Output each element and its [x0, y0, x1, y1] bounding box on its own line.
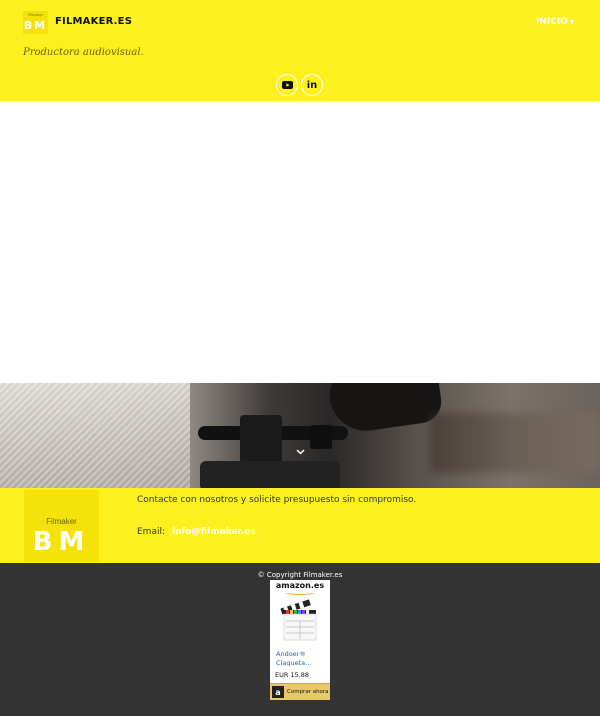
logo-top-text: Filmaker	[27, 12, 44, 17]
amazon-product-title-line2: Claqueta...	[276, 659, 312, 667]
hero-camera-knob	[310, 425, 332, 449]
nav-inicio-label: INICIO	[536, 17, 568, 27]
hero-fabric-background	[0, 383, 190, 488]
chevron-down-icon: ▼	[569, 18, 575, 26]
hero-camera-base	[200, 461, 340, 488]
amazon-buy-label: Comprar ahora	[287, 689, 329, 695]
site-title[interactable]: FILMAKER.ES	[55, 16, 132, 27]
clapperboard-product-image[interactable]	[280, 597, 320, 644]
site-logo[interactable]: Filmaker BM	[23, 11, 48, 34]
logo-letters: BM	[23, 19, 48, 32]
contact-text: Contacte con nosotros y solicite presupu…	[137, 495, 417, 505]
youtube-icon	[281, 81, 293, 89]
hero-blur-background	[430, 413, 600, 473]
nav-menu-inicio[interactable]: INICIO ▼	[536, 17, 574, 27]
linkedin-icon: in	[306, 79, 318, 91]
amazon-product-price: EUR 15,88	[275, 671, 310, 679]
linkedin-link[interactable]: in	[301, 74, 323, 96]
footer-logo-letters: BM	[32, 527, 91, 557]
amazon-smile-icon	[285, 590, 315, 595]
youtube-link[interactable]	[276, 74, 298, 96]
copyright-text: © Copyright Filmaker.es	[257, 571, 343, 579]
amazon-product-title[interactable]: Andoer® Claqueta...	[276, 650, 311, 668]
site-tagline: Productora audiovisual.	[23, 47, 144, 58]
hero-camera-clamp	[240, 415, 282, 463]
amazon-logo: amazon.es	[275, 581, 325, 590]
amazon-buy-button[interactable]: a Comprar ahora	[270, 683, 330, 700]
amazon-a-icon: a	[272, 686, 284, 698]
contact-section: Filmaker BM Contacte con nosotros y soli…	[0, 488, 600, 563]
email-link[interactable]: info@filmaker.es	[172, 527, 256, 537]
amazon-product-widget[interactable]: amazon.es Andoer® Claqueta... EUR 15,88 …	[270, 580, 330, 700]
footer-logo: Filmaker BM	[24, 490, 99, 562]
hero-image	[0, 383, 600, 488]
amazon-product-title-line1: Andoer®	[276, 650, 306, 658]
email-label: Email:	[137, 527, 166, 537]
footer-logo-name: Filmaker	[46, 517, 77, 526]
site-header: Filmaker BM FILMAKER.ES INICIO ▼ Product…	[0, 0, 600, 101]
scroll-down-chevron-icon[interactable]	[296, 447, 305, 458]
email-row: Email: info@filmaker.es	[137, 527, 256, 537]
